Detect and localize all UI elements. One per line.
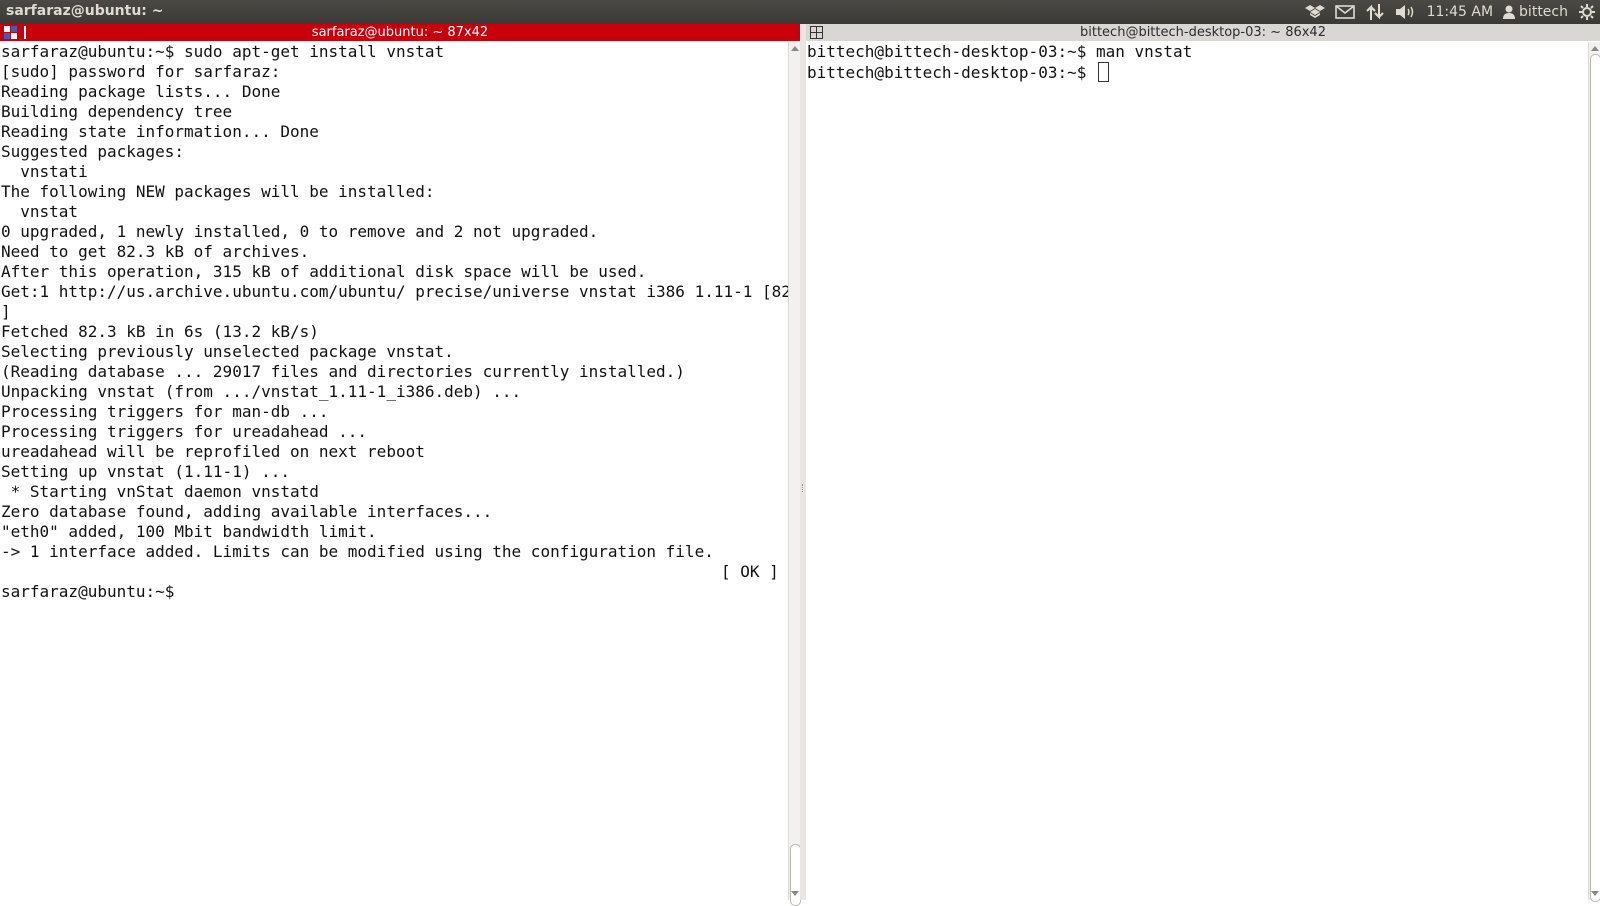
terminal-line: 0 upgraded, 1 newly installed, 0 to remo… [1,222,599,241]
terminal-prompt-line: bittech@bittech-desktop-03:~$ [807,62,1192,82]
terminal-prompt: bittech@bittech-desktop-03:~$ [807,63,1096,82]
titlebar-separator [24,26,26,39]
left-terminal-titlebar[interactable]: sarfaraz@ubuntu: ~ 87x42 [0,24,800,41]
terminal-line: Get:1 http://us.archive.ubuntu.com/ubunt… [1,282,840,301]
terminal-line: Reading package lists... Done [1,82,281,101]
dropbox-icon[interactable] [1304,4,1325,20]
volume-icon[interactable] [1395,4,1417,20]
right-terminal-titlebar[interactable]: bittech@bittech-desktop-03: ~ 86x42 [806,24,1600,41]
text-cursor [1097,62,1109,82]
terminal-line: Need to get 82.3 kB of archives. [1,242,310,261]
terminal-line: Fetched 82.3 kB in 6s (13.2 kB/s) [1,322,319,341]
terminal-line: ] [1,302,11,321]
terminal-line: * Starting vnStat daemon vnstatd [1,482,319,501]
mail-icon[interactable] [1334,5,1355,19]
terminal-line: Selecting previously unselected package … [1,342,454,361]
terminal-line: -> 1 interface added. Limits can be modi… [1,542,714,561]
terminal-line: sarfaraz@ubuntu:~$ sudo apt-get install … [1,42,445,61]
scroll-down-icon[interactable] [1591,891,1599,896]
terminal-line: Unpacking vnstat (from .../vnstat_1.11-1… [1,382,522,401]
terminal-line: Reading state information... Done [1,122,319,141]
terminal-line: [ OK ] [1,562,839,582]
terminal-line: Zero database found, adding available in… [1,502,493,521]
right-terminal-title: bittech@bittech-desktop-03: ~ 86x42 [1080,25,1326,40]
ok-status: [ OK ] [721,562,779,581]
divider-grip-icon[interactable] [802,484,805,492]
left-terminal-title: sarfaraz@ubuntu: ~ 87x42 [311,25,489,40]
user-icon [1503,5,1516,19]
right-terminal-scrollbar[interactable] [1588,42,1600,902]
network-icon[interactable] [1365,3,1385,21]
right-terminal-output[interactable]: bittech@bittech-desktop-03:~$ man vnstat… [807,42,1192,82]
left-terminal-pane[interactable]: sarfaraz@ubuntu: ~ 87x42 sarfaraz@ubuntu… [0,24,839,906]
active-window-title: sarfaraz@ubuntu: ~ [6,3,164,19]
terminal-line: ureadahead will be reprofiled on next re… [1,442,425,461]
user-name: bittech [1519,4,1568,20]
clock[interactable]: 11:45 AM [1427,4,1493,20]
top-panel: sarfaraz@ubuntu: ~ 11:45 AM bittech [0,0,1600,24]
terminal-line: (Reading database ... 29017 files and di… [1,362,685,381]
terminal-line: bittech@bittech-desktop-03:~$ man vnstat [807,42,1193,61]
terminal-line: Building dependency tree [1,102,233,121]
terminal-prompt: sarfaraz@ubuntu:~$ [1,582,175,601]
terminal-line: Suggested packages: [1,142,185,161]
terminal-line: Processing triggers for ureadahead ... [1,422,368,441]
terminal-line: Processing triggers for man-db ... [1,402,329,421]
terminal-line: vnstat [1,202,79,221]
terminal-line: The following NEW packages will be insta… [1,182,435,201]
terminal-split-icon[interactable] [810,26,823,39]
indicator-area: 11:45 AM bittech [1304,0,1596,24]
scroll-down-icon[interactable] [791,891,799,896]
terminal-split-icon[interactable] [4,26,17,39]
terminal-line: Setting up vnstat (1.11-1) ... [1,462,290,481]
terminal-line: [sudo] password for sarfaraz: [1,62,281,81]
terminal-line: "eth0" added, 100 Mbit bandwidth limit. [1,522,377,541]
terminal-line: vnstati [1,162,88,181]
left-terminal-output[interactable]: sarfaraz@ubuntu:~$ sudo apt-get install … [1,42,839,602]
scroll-up-icon[interactable] [791,46,799,51]
gear-icon[interactable] [1578,3,1596,21]
scroll-thumb[interactable] [1590,54,1600,902]
right-terminal-pane[interactable]: bittech@bittech-desktop-03: ~ 86x42 bitt… [806,24,1600,902]
scroll-up-icon[interactable] [1591,46,1599,51]
user-menu[interactable]: bittech [1503,4,1568,20]
terminal-line: After this operation, 315 kB of addition… [1,262,647,281]
